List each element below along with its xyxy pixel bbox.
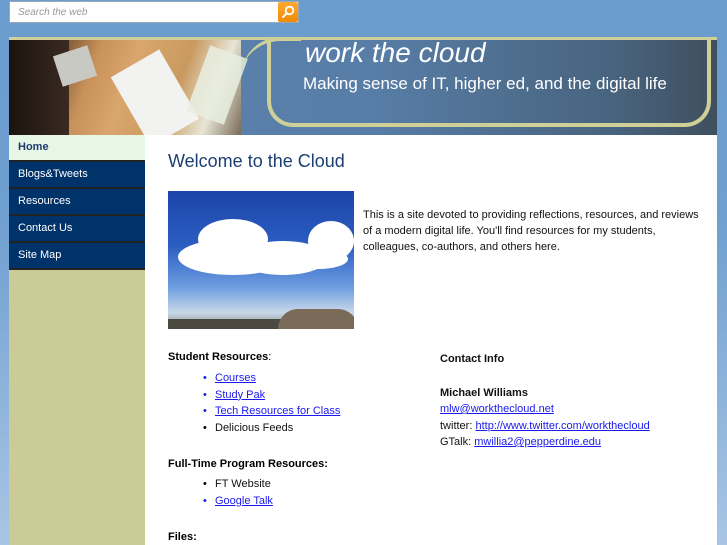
sidebar-item-resources[interactable]: Resources bbox=[9, 189, 145, 216]
files-heading: Files: bbox=[168, 531, 197, 543]
list-item: Delicious Feeds bbox=[203, 420, 340, 437]
list-item: Google Talk bbox=[203, 493, 273, 510]
photo-paper bbox=[110, 49, 200, 135]
cloud-shape bbox=[288, 249, 348, 269]
ft-resources-list: FT Website Google Talk bbox=[203, 476, 273, 509]
page-title: Welcome to the Cloud bbox=[168, 151, 345, 171]
list-item: Courses bbox=[203, 370, 340, 387]
sidebar-item-blogs-tweets[interactable]: Blogs&Tweets bbox=[9, 162, 145, 189]
student-resources-heading: Student Resources: bbox=[168, 351, 271, 363]
delicious-feeds-text: Delicious Feeds bbox=[215, 421, 294, 434]
twitter-label: twitter: bbox=[440, 419, 473, 432]
photo-paper-2 bbox=[186, 45, 248, 125]
sidebar-item-contact-us[interactable]: Contact Us bbox=[9, 216, 145, 243]
sidebar-item-home[interactable]: Home bbox=[9, 135, 145, 162]
google-talk-link[interactable]: Google Talk bbox=[215, 495, 273, 507]
main-content: Welcome to the Cloud This is a site devo… bbox=[145, 135, 717, 545]
email-link[interactable]: mlw@workthecloud.net bbox=[440, 403, 554, 415]
list-item: Tech Resources for Class bbox=[203, 403, 340, 420]
sidebar-item-site-map[interactable]: Site Map bbox=[9, 243, 145, 270]
cloud-photo bbox=[168, 191, 354, 329]
ft-resources-heading: Full-Time Program Resources: bbox=[168, 458, 328, 470]
heading-text: Student Resources bbox=[168, 351, 269, 363]
search-button[interactable] bbox=[278, 2, 298, 22]
twitter-link[interactable]: http://www.twitter.com/workthecloud bbox=[475, 420, 649, 432]
contact-name: Michael Williams bbox=[440, 386, 528, 399]
sidebar: Home Blogs&Tweets Resources Contact Us S… bbox=[9, 135, 145, 545]
study-pak-link[interactable]: Study Pak bbox=[215, 389, 265, 401]
search-input[interactable] bbox=[10, 2, 278, 22]
header-photo bbox=[9, 40, 248, 135]
search-box bbox=[9, 1, 299, 23]
heading-suffix: : bbox=[268, 351, 272, 363]
list-item: FT Website bbox=[203, 476, 273, 493]
list-item: Study Pak bbox=[203, 387, 340, 404]
tech-resources-link[interactable]: Tech Resources for Class bbox=[215, 405, 340, 417]
site-header: work the cloud Making sense of IT, highe… bbox=[9, 37, 717, 135]
site-title: work the cloud bbox=[305, 37, 486, 68]
search-icon bbox=[282, 5, 295, 18]
courses-link[interactable]: Courses bbox=[215, 372, 256, 384]
ft-website-text: FT Website bbox=[215, 478, 271, 490]
contact-info: Contact Info Michael Williams mlw@workth… bbox=[440, 351, 650, 451]
contact-heading: Contact Info bbox=[440, 353, 505, 365]
site-tagline: Making sense of IT, higher ed, and the d… bbox=[303, 74, 667, 93]
intro-text: This is a site devoted to providing refl… bbox=[363, 209, 699, 253]
gtalk-link[interactable]: mwillia2@pepperdine.edu bbox=[474, 436, 601, 448]
student-resources-list: Courses Study Pak Tech Resources for Cla… bbox=[203, 370, 340, 436]
photo-rock bbox=[278, 309, 354, 329]
gtalk-label: GTalk: bbox=[440, 436, 472, 448]
